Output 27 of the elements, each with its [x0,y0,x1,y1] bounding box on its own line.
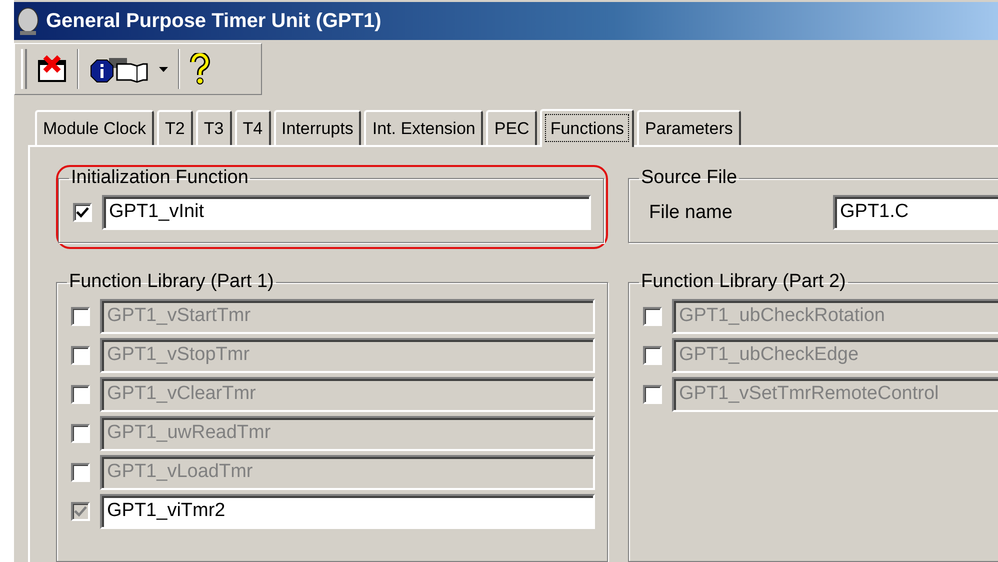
function-name-field[interactable]: GPT1_viTmr2 [100,494,595,529]
checkmark-icon [74,506,87,517]
group-title: Function Library (Part 2) [640,271,847,293]
tab[interactable]: Functions [540,109,634,147]
tab[interactable]: Int. Extension [364,110,484,145]
group-title: Source File [640,167,738,189]
checkmark-icon [76,207,89,218]
field-label: File name [648,202,734,224]
caret-icon [159,66,168,72]
function-name-field[interactable]: GPT1_vInit [102,195,591,230]
file-name-field[interactable]: GPT1.C [833,195,998,230]
help-button[interactable] [188,51,212,87]
person-head-icon [16,7,40,35]
window-title: General Purpose Timer Unit (GPT1) [46,10,382,32]
close-window-icon [37,55,67,83]
group-title: Function Library (Part 1) [68,271,275,293]
tab[interactable]: T2 [157,110,193,145]
help-icon [190,53,210,85]
checkbox[interactable] [73,203,92,222]
tab[interactable]: PEC [486,110,538,145]
tab[interactable]: Module Clock [35,110,154,145]
tab[interactable]: Parameters [637,110,741,145]
group-title: Initialization Function [70,167,250,189]
tab[interactable]: Interrupts [274,110,362,145]
tab[interactable]: T3 [196,110,232,145]
close-button[interactable] [35,53,69,85]
tab[interactable]: T4 [234,110,271,145]
